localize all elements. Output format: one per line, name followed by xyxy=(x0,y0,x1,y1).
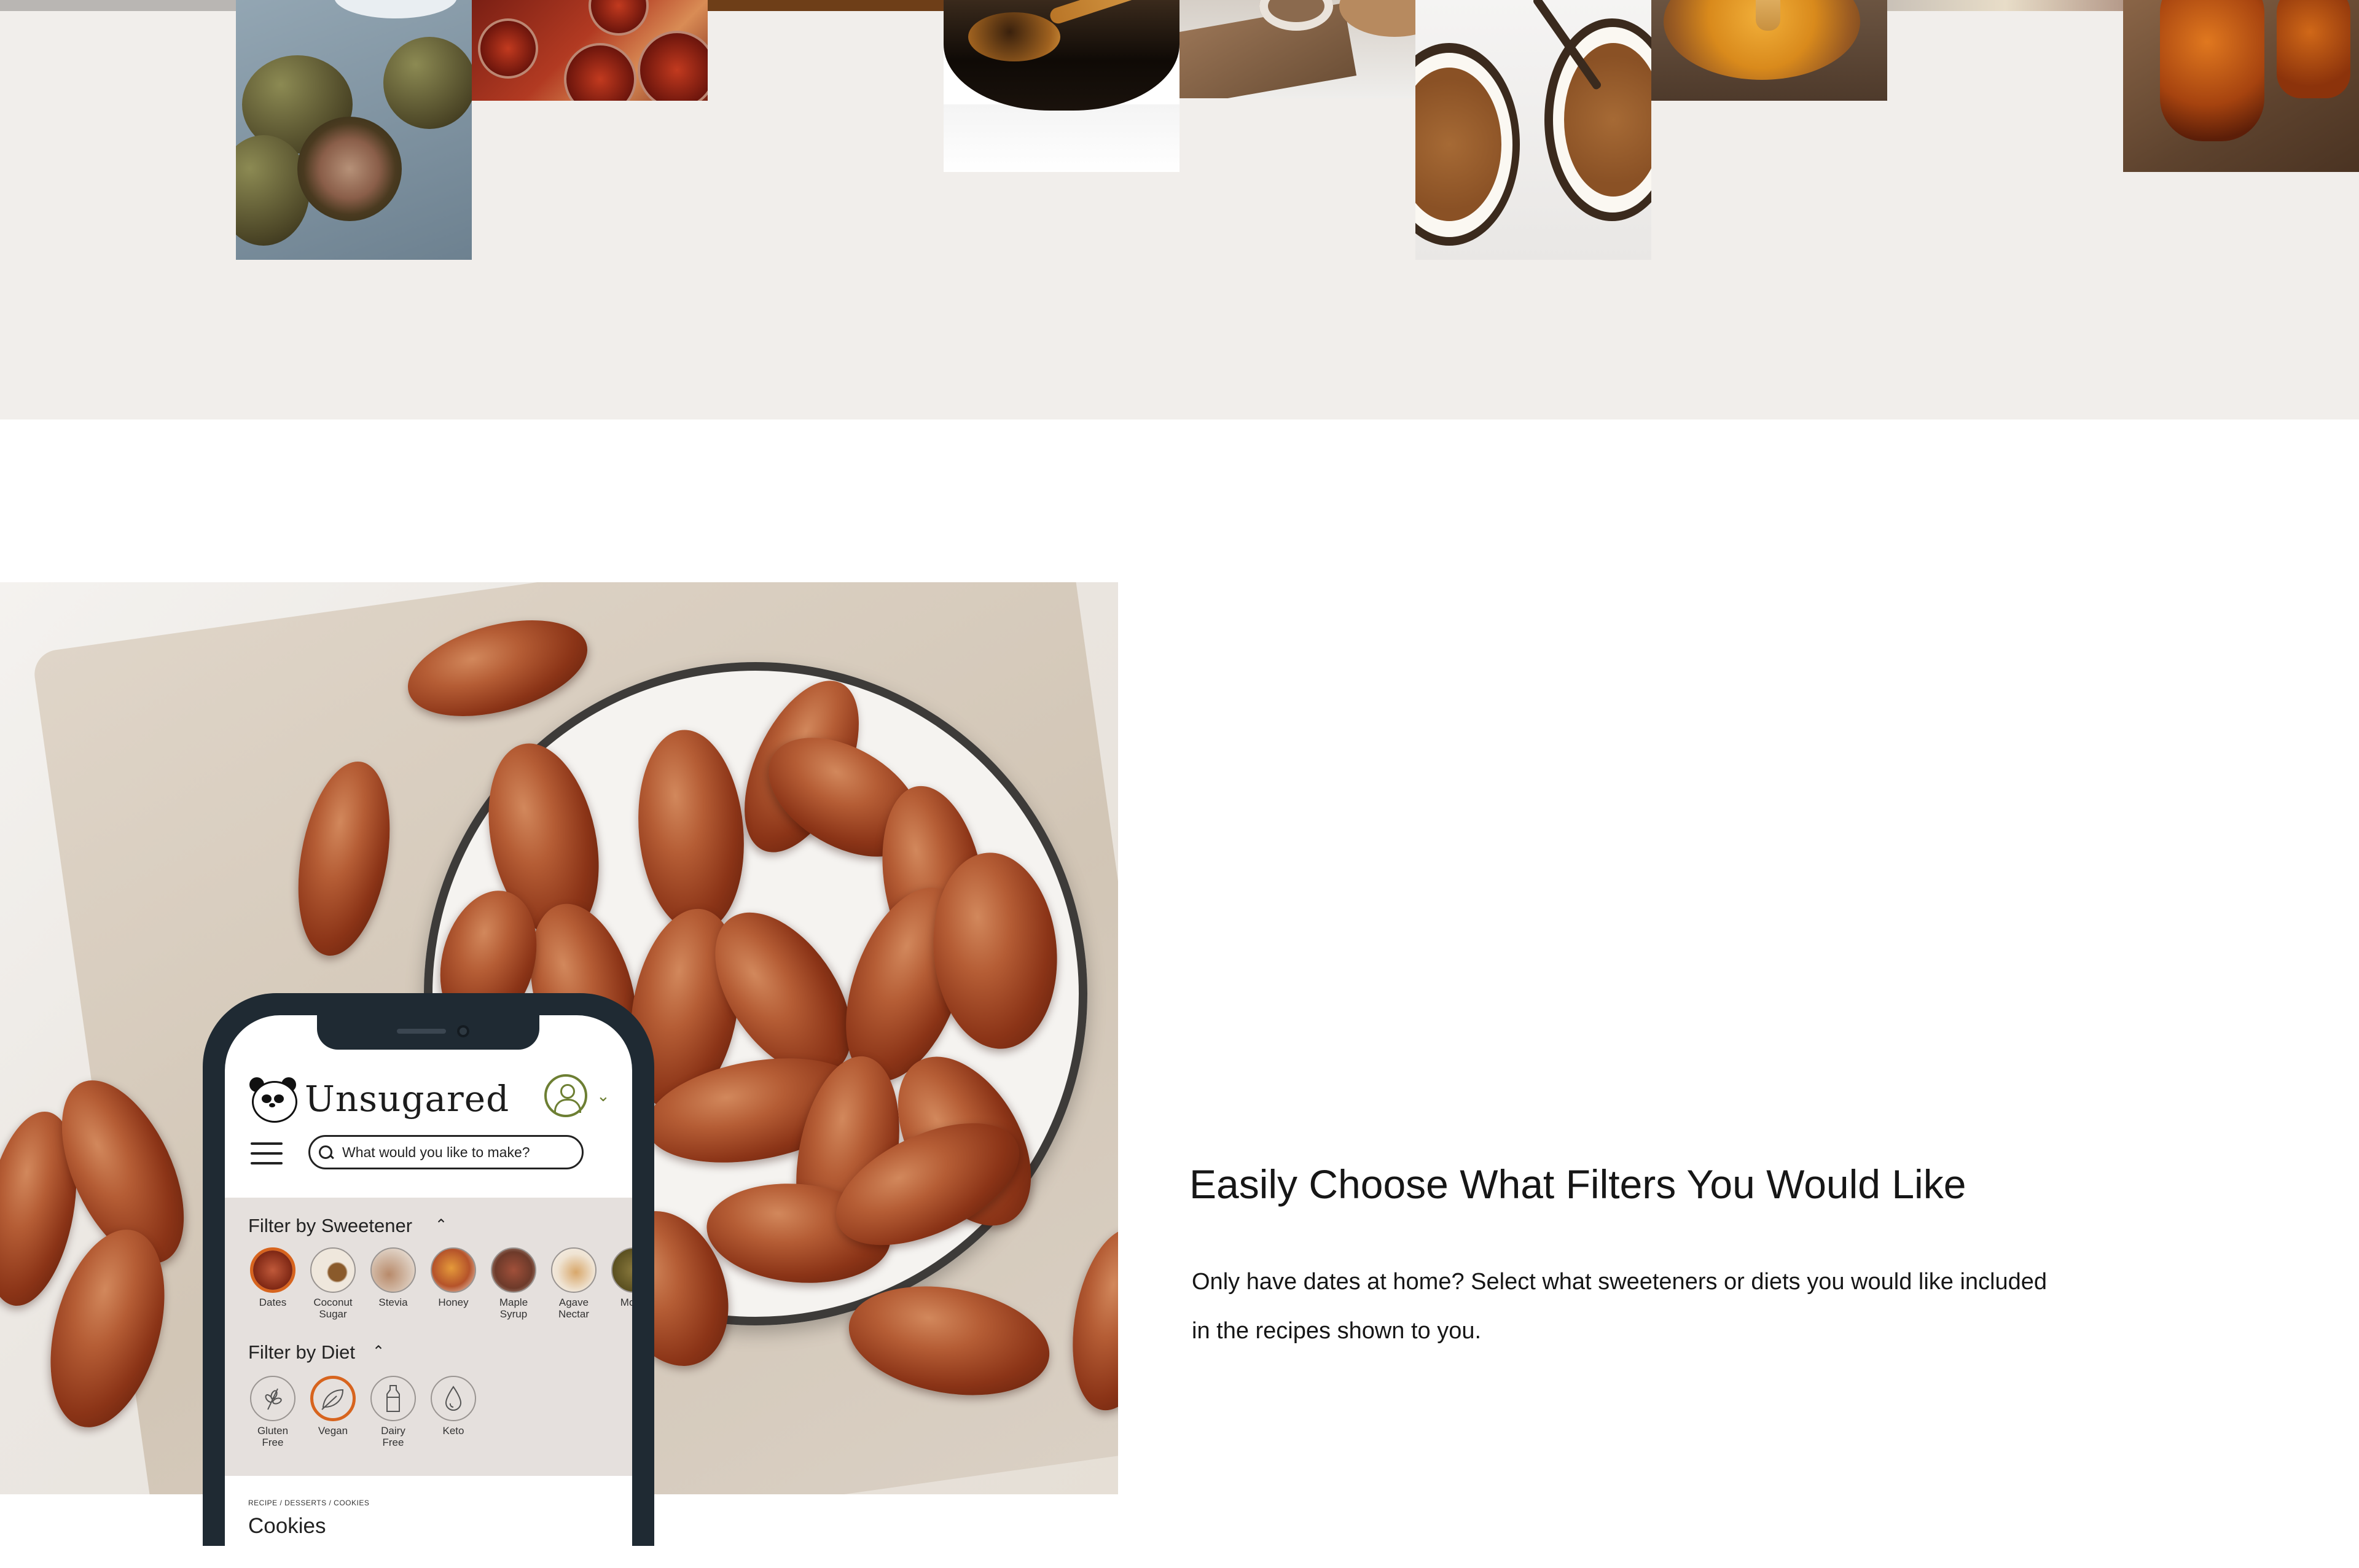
chevron-up-icon[interactable]: ⌃ xyxy=(435,1216,447,1234)
feature-description: Only have dates at home? Select what swe… xyxy=(1192,1269,2048,1344)
search-icon xyxy=(319,1145,332,1159)
sweetener-chip-stevia[interactable]: Stevia xyxy=(369,1247,417,1308)
diet-chip-gluten-free[interactable]: Gluten Free xyxy=(249,1376,297,1448)
sugar-board-photo xyxy=(1180,0,1415,98)
jam-jars-photo xyxy=(472,0,708,101)
filter-panel: Filter by Sweetener ⌃ Dates Coconut Suga… xyxy=(225,1198,632,1476)
phone-mockup: Unsugared ⌄ What would you like to make?… xyxy=(203,993,654,1568)
diet-filter-title[interactable]: Filter by Diet xyxy=(248,1341,355,1363)
account-icon[interactable] xyxy=(544,1074,587,1117)
leaf-icon xyxy=(321,1389,344,1410)
panda-logo-icon xyxy=(247,1077,299,1123)
sweetener-chip-maple-syrup[interactable]: Maple Syrup xyxy=(490,1247,538,1320)
chevron-up-icon[interactable]: ⌃ xyxy=(372,1343,385,1360)
sweetener-filter-title[interactable]: Filter by Sweetener xyxy=(248,1215,412,1237)
strip-photo-edge-3 xyxy=(1887,0,2123,11)
sweetener-chip-more[interactable]: Mo Fr xyxy=(610,1247,632,1308)
search-placeholder: What would you like to make? xyxy=(342,1144,530,1160)
coconut-sugar-photo xyxy=(1415,0,1651,260)
maple-syrup-bottle-photo xyxy=(2123,0,2359,172)
search-input[interactable]: What would you like to make? xyxy=(308,1135,584,1169)
diet-chip-vegan[interactable]: Vegan xyxy=(309,1376,357,1437)
sweetener-chip-coconut-sugar[interactable]: Coconut Sugar xyxy=(309,1247,357,1320)
sweetener-chip-dates[interactable]: Dates xyxy=(249,1247,297,1308)
brand-name: Unsugared xyxy=(305,1078,510,1120)
menu-icon[interactable] xyxy=(251,1142,283,1164)
phone-screen: Unsugared ⌄ What would you like to make?… xyxy=(225,1015,632,1568)
honey-bowl-photo xyxy=(1651,0,1887,101)
sweetener-chip-honey[interactable]: Honey xyxy=(429,1247,477,1308)
sweetener-chip-agave-nectar[interactable]: Agave Nectar xyxy=(550,1247,598,1320)
feature-heading: Easily Choose What Filters You Would Lik… xyxy=(1189,1161,1966,1207)
phone-notch xyxy=(317,1015,539,1050)
page-title: Cookies xyxy=(248,1514,326,1538)
molasses-spoon-photo xyxy=(944,0,1180,172)
drop-icon xyxy=(445,1386,462,1411)
monk-fruit-photo xyxy=(236,0,472,260)
diet-chip-keto[interactable]: Keto xyxy=(429,1376,477,1437)
diet-chip-dairy-free[interactable]: Dairy Free xyxy=(369,1376,417,1448)
strip-photo-edge xyxy=(0,0,236,11)
wheat-icon xyxy=(265,1388,282,1410)
strip-photo-edge-2 xyxy=(708,0,944,11)
breadcrumb[interactable]: RECIPE / DESSERTS / COOKIES xyxy=(248,1499,369,1507)
sweetener-image-strip xyxy=(0,0,2359,419)
chevron-down-icon[interactable]: ⌄ xyxy=(597,1086,610,1106)
milk-bottle-icon xyxy=(386,1385,400,1412)
brand-logo[interactable]: Unsugared xyxy=(247,1074,509,1123)
